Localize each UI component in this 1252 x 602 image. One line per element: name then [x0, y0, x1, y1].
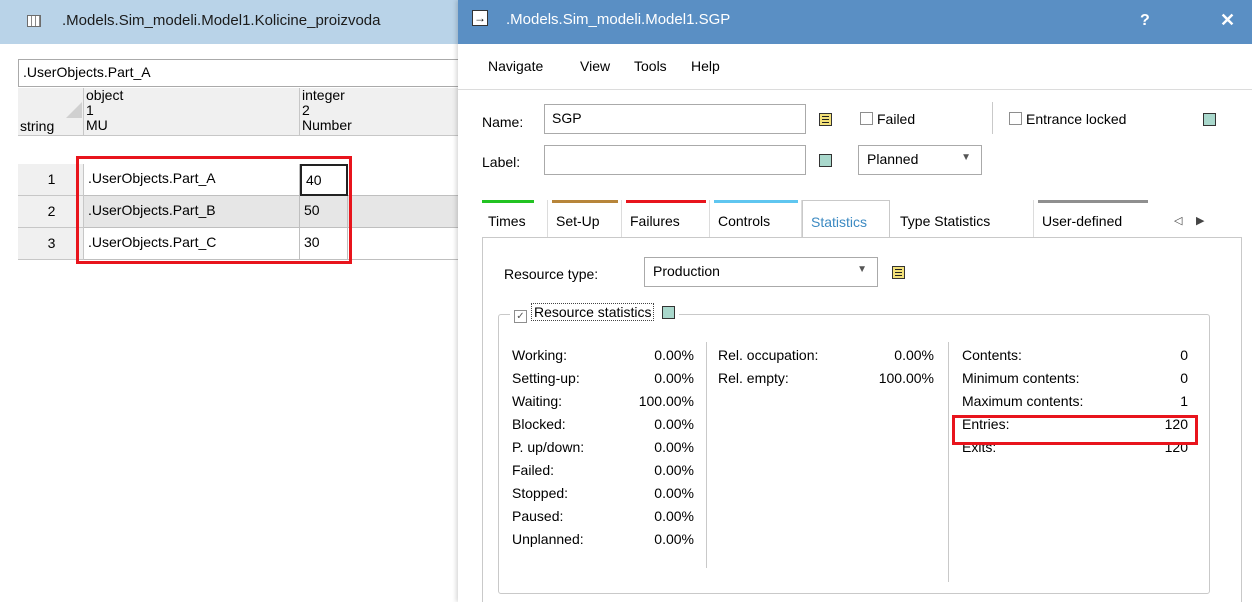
- table-cell-empty[interactable]: [348, 196, 470, 228]
- resource-statistics-header[interactable]: ✓ Resource statistics: [510, 303, 680, 323]
- name-field[interactable]: SGP: [544, 104, 806, 134]
- failed-checkbox[interactable]: [860, 112, 873, 125]
- stat-rel-empty: Rel. empty: 100.00%: [718, 370, 934, 386]
- row-header[interactable]: 2: [18, 196, 84, 228]
- stat-unplanned: Unplanned: 0.00%: [512, 531, 694, 547]
- table-icon: [27, 15, 41, 27]
- tab-label: Statistics: [811, 214, 868, 230]
- name-label: Name:: [482, 114, 524, 130]
- column-name: MU: [86, 117, 108, 133]
- table-window-titlebar[interactable]: .Models.Sim_modeli.Model1.Kolicine_proiz…: [0, 0, 470, 44]
- stat-minimum-contents: Minimum contents: 0: [962, 370, 1188, 386]
- separator: [992, 102, 993, 134]
- column-type: integer: [302, 87, 345, 103]
- row-header-type: string: [20, 118, 55, 134]
- tab-type-statistics[interactable]: Type Statistics: [890, 200, 1034, 238]
- checkmark-icon[interactable]: ✓: [514, 310, 527, 323]
- inheritance-icon[interactable]: [892, 266, 905, 279]
- stat-waiting: Waiting: 100.00%: [512, 393, 694, 409]
- close-button[interactable]: ✕: [1220, 10, 1235, 31]
- highlight-box-parts: [76, 156, 352, 264]
- select-all-icon: [66, 102, 82, 118]
- stat-stopped: Stopped: 0.00%: [512, 485, 694, 501]
- tab-color-stripe: [1038, 200, 1148, 203]
- entrance-locked-checkbox[interactable]: [1009, 112, 1022, 125]
- label-field[interactable]: [544, 145, 806, 175]
- table-cell-empty[interactable]: [348, 228, 470, 260]
- inheritance-icon[interactable]: [662, 306, 676, 319]
- table-window: .Models.Sim_modeli.Model1.Kolicine_proiz…: [0, 0, 470, 602]
- tab-scroll-left-icon[interactable]: ◁: [1174, 214, 1182, 227]
- dialog-body: Name: SGP Failed Entrance locked Label: …: [462, 92, 1244, 602]
- planned-dropdown[interactable]: Planned ▼: [858, 145, 982, 175]
- inheritance-icon[interactable]: [1203, 113, 1216, 126]
- resource-type-label: Resource type:: [504, 266, 599, 282]
- menu-view[interactable]: View: [580, 58, 610, 74]
- stat-failed: Failed: 0.00%: [512, 462, 694, 478]
- inheritance-icon[interactable]: [819, 154, 832, 167]
- column-type: object: [86, 87, 124, 103]
- tab-label: Type Statistics: [900, 213, 991, 229]
- tab-statistics[interactable]: Statistics: [802, 200, 890, 238]
- stat-blocked: Blocked: 0.00%: [512, 416, 694, 432]
- stat-maximum-contents: Maximum contents: 1: [962, 393, 1188, 409]
- tab-scroll-right-icon[interactable]: ▶: [1196, 214, 1204, 227]
- stat-working: Working: 0.00%: [512, 347, 694, 363]
- separator: [948, 342, 949, 582]
- entrance-locked-label: Entrance locked: [1026, 111, 1127, 127]
- stat-rel-occupation: Rel. occupation: 0.00%: [718, 347, 934, 363]
- table-cell-empty[interactable]: [348, 164, 470, 196]
- chevron-down-icon: ▼: [857, 264, 867, 275]
- buffer-object-icon: →: [472, 10, 488, 26]
- tab-failures[interactable]: Failures: [622, 200, 710, 238]
- row-header[interactable]: 1: [18, 164, 84, 196]
- tab-controls[interactable]: Controls: [710, 200, 802, 238]
- planned-value: Planned: [867, 151, 919, 167]
- separator: [706, 342, 707, 568]
- menu-navigate[interactable]: Navigate: [488, 58, 543, 74]
- tab-label: Times: [488, 213, 526, 229]
- column-header-mu[interactable]: object 1 MU: [84, 88, 300, 136]
- stat-setting-up: Setting-up: 0.00%: [512, 370, 694, 386]
- menu-bar: Navigate View Tools Help: [458, 44, 1252, 90]
- column-header-number[interactable]: integer 2 Number: [300, 88, 470, 136]
- tab-times[interactable]: Times: [482, 200, 548, 238]
- tab-color-stripe: [482, 200, 534, 203]
- column-index: 2: [302, 102, 310, 118]
- table-corner-cell[interactable]: string: [18, 88, 84, 136]
- stat-contents: Contents: 0: [962, 347, 1188, 363]
- tab-label: Controls: [718, 213, 771, 229]
- help-button[interactable]: ?: [1140, 12, 1150, 30]
- current-cell-field[interactable]: .UserObjects.Part_A: [18, 59, 470, 87]
- tab-color-stripe: [714, 200, 798, 203]
- dialog-titlebar[interactable]: → .Models.Sim_modeli.Model1.SGP ? ✕: [458, 0, 1252, 44]
- table-window-title: .Models.Sim_modeli.Model1.Kolicine_proiz…: [62, 12, 381, 29]
- inheritance-icon[interactable]: [819, 113, 832, 126]
- tab-label: Failures: [630, 213, 680, 229]
- column-name: Number: [302, 117, 352, 133]
- menu-tools[interactable]: Tools: [634, 58, 667, 74]
- stat-paused: Paused: 0.00%: [512, 508, 694, 524]
- menu-help[interactable]: Help: [691, 58, 720, 74]
- tab-color-stripe: [552, 200, 618, 203]
- stat-powering: P. up/down: 0.00%: [512, 439, 694, 455]
- label-label: Label:: [482, 154, 521, 170]
- resource-type-value: Production: [653, 263, 720, 279]
- row-header[interactable]: 3: [18, 228, 84, 260]
- tab-color-stripe: [626, 200, 706, 203]
- chevron-down-icon: ▼: [961, 152, 971, 163]
- tab-label: Set-Up: [556, 213, 600, 229]
- tab-setup[interactable]: Set-Up: [548, 200, 622, 238]
- resource-statistics-label: Resource statistics: [531, 303, 655, 321]
- resource-type-dropdown[interactable]: Production ▼: [644, 257, 878, 287]
- tab-label: User-defined: [1042, 213, 1123, 229]
- dialog-title: .Models.Sim_modeli.Model1.SGP: [506, 11, 731, 28]
- column-index: 1: [86, 102, 94, 118]
- highlight-box-entries: [952, 415, 1198, 445]
- object-dialog: → .Models.Sim_modeli.Model1.SGP ? ✕ Navi…: [458, 0, 1252, 602]
- failed-label: Failed: [877, 111, 916, 127]
- tab-user-defined[interactable]: User-defined: [1034, 200, 1152, 238]
